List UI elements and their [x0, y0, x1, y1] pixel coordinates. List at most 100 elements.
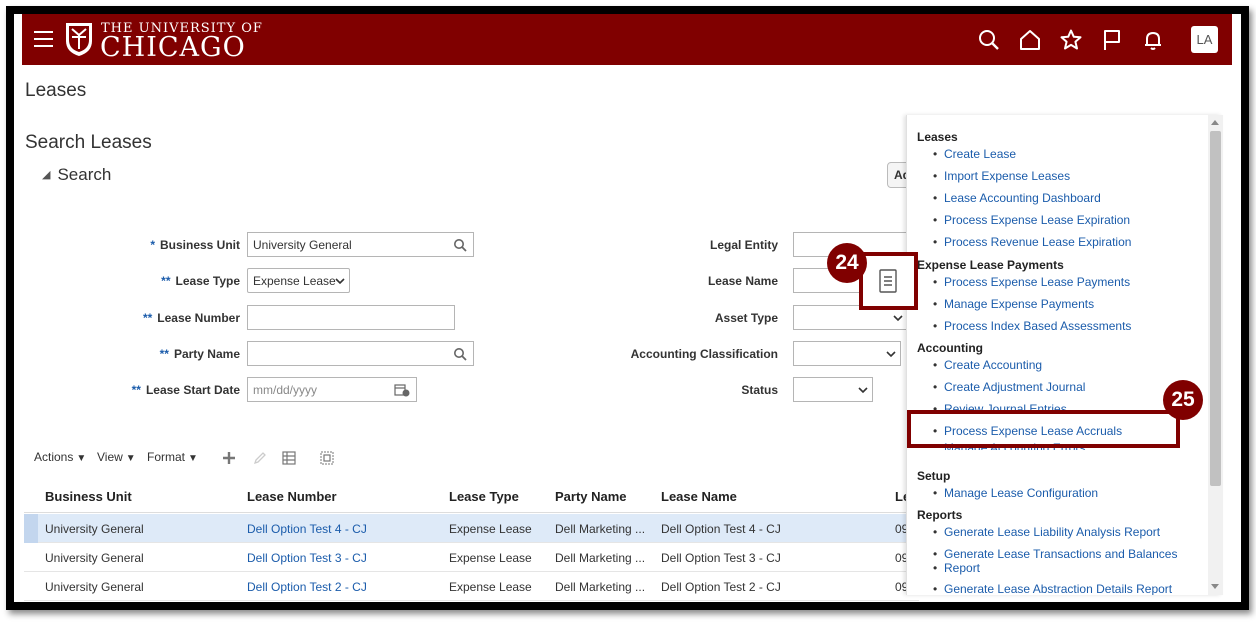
- panel-heading-setup: Setup: [917, 469, 951, 483]
- logo-main-text: CHICAGO: [100, 32, 246, 63]
- format-menu[interactable]: Format ▼: [147, 450, 198, 464]
- task-lease-accounting-dashboard[interactable]: Lease Accounting Dashboard: [933, 191, 1101, 205]
- callout-box-24: [859, 252, 918, 310]
- calendar-icon[interactable]: [394, 383, 410, 397]
- panel-heading-expense-lease-payments: Expense Lease Payments: [917, 258, 1064, 272]
- column-header-party-name[interactable]: Party Name: [555, 489, 627, 504]
- panel-heading-reports: Reports: [917, 508, 963, 522]
- section-title: Search Leases: [25, 132, 152, 153]
- task-generate-lease-liability-analysis-report[interactable]: Generate Lease Liability Analysis Report: [933, 525, 1160, 539]
- scroll-up-arrow-icon[interactable]: [1211, 120, 1219, 125]
- lease-start-date-input[interactable]: mm/dd/yyyy: [247, 377, 417, 402]
- party-name-label: ** Party Name: [159, 347, 240, 361]
- view-menu[interactable]: View ▼: [97, 450, 136, 464]
- column-header-lease-type[interactable]: Lease Type: [449, 489, 519, 504]
- scroll-down-arrow-icon[interactable]: [1211, 584, 1219, 589]
- task-import-expense-leases[interactable]: Import Expense Leases: [933, 169, 1070, 183]
- table-row[interactable]: University General Dell Option Test 4 - …: [24, 514, 919, 543]
- business-unit-label: * Business Unit: [150, 238, 240, 252]
- cell-lease-name: Dell Option Test 2 - CJ: [661, 580, 781, 594]
- task-create-accounting[interactable]: Create Accounting: [933, 358, 1042, 372]
- task-manage-lease-configuration[interactable]: Manage Lease Configuration: [933, 486, 1098, 500]
- task-generate-lease-abstraction-details-report[interactable]: Generate Lease Abstraction Details Repor…: [933, 582, 1172, 595]
- cell-party-name: Dell Marketing ...: [555, 522, 646, 536]
- column-header-lease-number[interactable]: Lease Number: [247, 489, 337, 504]
- page-title: Leases: [25, 80, 87, 101]
- chevron-down-icon: [858, 387, 868, 394]
- search-icon[interactable]: [977, 28, 1001, 52]
- top-bar: THE UNIVERSITY OF CHICAGO LA: [22, 14, 1232, 65]
- flag-icon[interactable]: [1100, 28, 1124, 52]
- screenshot-frame: THE UNIVERSITY OF CHICAGO LA Leases Sear…: [6, 6, 1249, 610]
- cell-business-unit: University General: [45, 522, 144, 536]
- callout-box-25: [907, 410, 1180, 448]
- star-icon[interactable]: [1059, 28, 1083, 52]
- cell-business-unit: University General: [45, 580, 144, 594]
- lease-start-date-label: ** Lease Start Date: [131, 383, 240, 397]
- accounting-classification-label: Accounting Classification: [630, 347, 778, 361]
- table-row[interactable]: University General Dell Option Test 3 - …: [24, 543, 919, 572]
- cell-party-name: Dell Marketing ...: [555, 580, 646, 594]
- task-process-expense-lease-expiration[interactable]: Process Expense Lease Expiration: [933, 213, 1130, 227]
- task-process-revenue-lease-expiration[interactable]: Process Revenue Lease Expiration: [933, 235, 1131, 249]
- user-avatar[interactable]: LA: [1191, 26, 1218, 53]
- freeze-columns-icon[interactable]: [281, 450, 297, 466]
- business-unit-input[interactable]: University General: [247, 232, 474, 257]
- university-shield-icon: [66, 23, 92, 56]
- status-label: Status: [741, 383, 778, 397]
- step-badge-25: 25: [1163, 380, 1203, 420]
- accounting-classification-select[interactable]: [793, 341, 901, 366]
- row-selector[interactable]: [24, 514, 38, 543]
- party-name-input[interactable]: [247, 341, 474, 366]
- chevron-down-icon: [893, 315, 903, 322]
- panel-heading-leases: Leases: [917, 130, 958, 144]
- column-header-lease-name[interactable]: Lease Name: [661, 489, 737, 504]
- lease-type-select[interactable]: Expense Lease: [247, 268, 350, 293]
- status-select[interactable]: [793, 377, 873, 402]
- task-generate-lease-transactions-and-balances-report[interactable]: Generate Lease Transactions and Balances: [933, 547, 1178, 561]
- table-header: Business Unit Lease Number Lease Type Pa…: [24, 477, 919, 513]
- search-icon[interactable]: [453, 347, 467, 361]
- add-icon[interactable]: [221, 450, 237, 466]
- cell-lease-number-link[interactable]: Dell Option Test 4 - CJ: [247, 522, 367, 536]
- column-header-business-unit[interactable]: Business Unit: [45, 489, 132, 504]
- actions-menu[interactable]: Actions ▼: [34, 450, 86, 464]
- edit-pencil-icon[interactable]: [252, 450, 268, 466]
- cell-lease-name: Dell Option Test 4 - CJ: [661, 522, 781, 536]
- panel-scrollbar[interactable]: [1208, 115, 1223, 595]
- scroll-thumb[interactable]: [1210, 131, 1221, 486]
- cell-lease-type: Expense Lease: [449, 522, 532, 536]
- lease-number-label: ** Lease Number: [142, 311, 240, 325]
- search-label: Search: [57, 165, 112, 184]
- cell-lease-name: Dell Option Test 3 - CJ: [661, 551, 781, 565]
- search-icon[interactable]: [453, 238, 467, 252]
- task-create-lease[interactable]: Create Lease: [933, 147, 1016, 161]
- legal-entity-label: Legal Entity: [709, 238, 778, 252]
- cell-lease-type: Expense Lease: [449, 551, 532, 565]
- lease-number-input[interactable]: [247, 305, 455, 330]
- chevron-down-icon: [335, 278, 345, 285]
- cell-lease-type: Expense Lease: [449, 580, 532, 594]
- menu-icon[interactable]: [34, 31, 53, 47]
- cell-party-name: Dell Marketing ...: [555, 551, 646, 565]
- task-process-expense-lease-payments[interactable]: Process Expense Lease Payments: [933, 275, 1130, 289]
- caret-down-icon: ▼: [76, 453, 87, 464]
- lease-name-label: Lease Name: [707, 274, 778, 288]
- search-section-toggle[interactable]: ◢ Search: [42, 165, 111, 185]
- task-create-adjustment-journal[interactable]: Create Adjustment Journal: [933, 380, 1085, 394]
- step-badge-24: 24: [827, 243, 867, 283]
- panel-heading-accounting: Accounting: [917, 341, 983, 355]
- tasks-panel-icon[interactable]: [877, 268, 899, 295]
- home-icon[interactable]: [1018, 28, 1042, 52]
- lease-type-label: ** Lease Type: [161, 274, 240, 288]
- cell-lease-number-link[interactable]: Dell Option Test 2 - CJ: [247, 580, 367, 594]
- table-row[interactable]: University General Dell Option Test 2 - …: [24, 572, 919, 601]
- task-generate-lease-transactions-and-balances-report-cont[interactable]: Report: [933, 561, 980, 575]
- cell-lease-number-link[interactable]: Dell Option Test 3 - CJ: [247, 551, 367, 565]
- task-manage-expense-payments[interactable]: Manage Expense Payments: [933, 297, 1094, 311]
- bell-icon[interactable]: [1141, 28, 1165, 52]
- task-process-index-based-assessments[interactable]: Process Index Based Assessments: [933, 319, 1131, 333]
- detach-icon[interactable]: [319, 450, 335, 466]
- asset-type-label: Asset Type: [714, 311, 778, 325]
- caret-down-icon: ▼: [188, 453, 198, 464]
